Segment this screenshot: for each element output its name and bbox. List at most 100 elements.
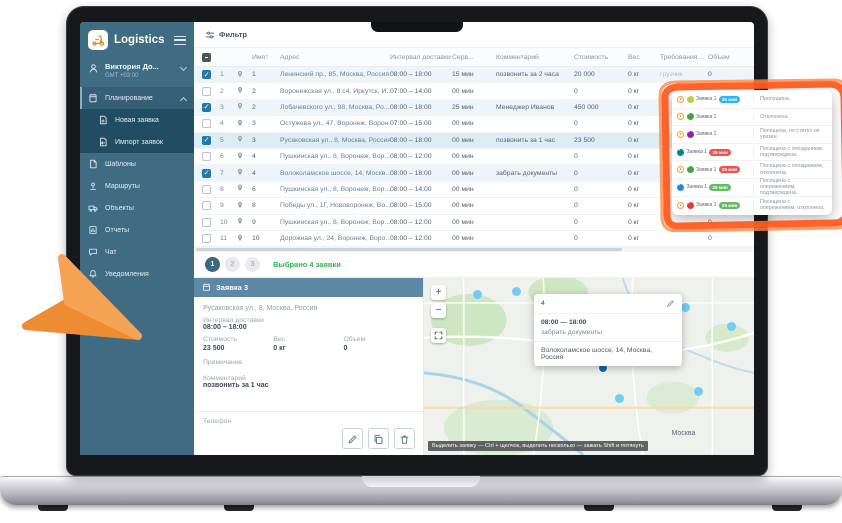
row-service: 00 мин bbox=[452, 88, 496, 95]
doc-plus-icon bbox=[98, 115, 108, 125]
user-timezone: GMT +03:00 bbox=[105, 73, 175, 79]
legend-item: Заявка 1 bbox=[677, 113, 753, 120]
col-requirements[interactable]: Требования… bbox=[660, 54, 708, 61]
sidebar-item-objects[interactable]: Объекты bbox=[80, 197, 194, 219]
scrollbar-thumb[interactable] bbox=[196, 248, 622, 251]
pin-icon bbox=[236, 70, 244, 78]
filter-button[interactable]: Фильтр bbox=[205, 30, 247, 40]
col-cost[interactable]: Стоимость bbox=[574, 54, 628, 61]
row-pin-cell bbox=[236, 152, 252, 162]
row-interval: 08:00 – 18:00 bbox=[390, 104, 452, 111]
map-marker[interactable] bbox=[473, 290, 482, 299]
sidebar-menu: ПланированиеНовая заявка Импорт заявок Шаб… bbox=[80, 87, 194, 285]
col-address[interactable]: Адрес bbox=[280, 54, 390, 61]
table-row[interactable]: 53Русаковская ул., 8, Москва, Россия08:0… bbox=[194, 133, 754, 149]
popup-edit-icon[interactable] bbox=[666, 299, 675, 308]
cost-value: 23 500 bbox=[203, 345, 273, 352]
row-comment: забрать документы bbox=[496, 170, 574, 177]
sidebar-item-routes[interactable]: Маршруты bbox=[80, 175, 194, 197]
row-checkbox[interactable] bbox=[202, 87, 211, 96]
col-name[interactable]: Имя bbox=[252, 54, 280, 61]
row-name: 8 bbox=[252, 202, 280, 209]
time-badge: 25 мин bbox=[719, 166, 740, 173]
delete-button[interactable] bbox=[394, 428, 415, 449]
pin-icon bbox=[236, 119, 244, 127]
legend-status-text: Пропущена. bbox=[753, 96, 827, 102]
legend-item: Заявка 125 мин bbox=[677, 202, 753, 209]
sidebar-item-label: Отчеты bbox=[105, 227, 186, 234]
row-name: 10 bbox=[252, 235, 280, 242]
row-address: Остужева ул., 47, Воронеж, Ворон... bbox=[280, 120, 390, 127]
col-weight[interactable]: Вес bbox=[628, 54, 660, 61]
table-row[interactable]: 64Пушкинская ул., 8, Воронеж, Вор...08:0… bbox=[194, 149, 754, 165]
row-checkbox[interactable] bbox=[202, 103, 211, 112]
table-row[interactable]: 1110Дорожная ул., 24, Воронеж, Воро...08… bbox=[194, 231, 754, 247]
page-button-1[interactable]: 1 bbox=[205, 257, 220, 272]
row-checkbox[interactable] bbox=[202, 201, 211, 210]
sidebar-item-notifications[interactable]: Уведомления bbox=[80, 263, 194, 285]
table-row[interactable]: 43Остужева ул., 47, Воронеж, Ворон...07:… bbox=[194, 116, 754, 132]
interval-value: 08:00 – 18:00 bbox=[203, 324, 414, 331]
legend-order-label: Заявка 1 bbox=[687, 184, 707, 190]
row-weight: 0 кг bbox=[628, 137, 660, 144]
row-checkbox[interactable] bbox=[202, 70, 211, 79]
copy-button[interactable] bbox=[368, 428, 389, 449]
row-interval: 08:00 – 14:00 bbox=[390, 186, 452, 193]
fullscreen-button[interactable] bbox=[431, 328, 446, 343]
table-row[interactable]: 32Лобачевского ул., 98, Москва, Ро...08:… bbox=[194, 100, 754, 116]
row-interval: 08:00 – 12:00 bbox=[390, 235, 452, 242]
sidebar-item-new-order[interactable]: Новая заявка bbox=[80, 109, 194, 131]
row-checkbox[interactable] bbox=[202, 136, 211, 145]
edit-button[interactable] bbox=[342, 428, 363, 449]
table-row[interactable]: 7 4Волоколамское шоссе, 14, Москв...08:00… bbox=[194, 165, 754, 181]
sidebar-item-planning[interactable]: Планирование bbox=[80, 87, 194, 109]
user-account[interactable]: Виктория До... GMT +03:00 bbox=[80, 57, 194, 87]
row-name: 4 bbox=[252, 170, 280, 177]
table-row[interactable]: 11Ленинский пр., 85, Москва, Россия08:00… bbox=[194, 67, 754, 83]
zoom-in-button[interactable]: + bbox=[431, 285, 446, 300]
table-row[interactable]: 22Воронежская ул., 8 с4, Иркутск, И...07… bbox=[194, 83, 754, 99]
row-interval: 08:00 – 18:00 bbox=[390, 170, 452, 177]
row-number: 7 bbox=[220, 170, 236, 177]
page-button-2[interactable]: 2 bbox=[225, 257, 240, 272]
row-checkbox[interactable] bbox=[202, 169, 211, 178]
sidebar-item-reports[interactable]: Отчеты bbox=[80, 219, 194, 241]
row-checkbox[interactable] bbox=[202, 185, 211, 194]
page-button-3[interactable]: 3 bbox=[245, 257, 260, 272]
zoom-out-button[interactable]: − bbox=[431, 303, 446, 318]
map-marker[interactable] bbox=[681, 303, 690, 312]
table-toolbar: Фильтр bbox=[194, 22, 754, 48]
table-row[interactable]: 98Победы ул., 1Г, Нововоронеж, Во...08:0… bbox=[194, 198, 754, 214]
sidebar-item-chat[interactable]: Чат bbox=[80, 241, 194, 263]
row-address: Волоколамское шоссе, 14, Москв... bbox=[280, 170, 390, 177]
user-name: Виктория До... bbox=[105, 62, 159, 71]
table-row[interactable]: 109Пушкинская ул., 8, Воронеж, Вор...08:… bbox=[194, 215, 754, 231]
map-panel[interactable]: + − 4 08:00 — 18:00 bbox=[424, 278, 754, 455]
row-checkbox[interactable] bbox=[202, 218, 211, 227]
row-interval: 08:00 – 12:00 bbox=[390, 153, 452, 160]
row-interval: 08:00 – 18:00 bbox=[390, 137, 452, 144]
app-logo[interactable]: Logistics bbox=[80, 22, 194, 57]
row-pin-cell bbox=[236, 234, 252, 244]
col-interval[interactable]: Интервал доставки bbox=[390, 54, 452, 61]
status-legend-popup: Заявка 125 минПропущена.Заявка 1Отклонен… bbox=[672, 90, 832, 215]
col-volume[interactable]: Объем bbox=[708, 54, 754, 61]
table-row[interactable]: 86Пушкинская ул., 8, Воронеж, Вор...08:0… bbox=[194, 182, 754, 198]
row-checkbox[interactable] bbox=[202, 234, 211, 243]
sidebar-item-import-orders[interactable]: Импорт заявок bbox=[80, 131, 194, 153]
row-weight: 0 кг bbox=[628, 170, 660, 177]
chevron-up-icon bbox=[180, 97, 187, 104]
status-pin-icon bbox=[687, 202, 694, 209]
row-comment: позвонить за 2 часа bbox=[496, 71, 574, 78]
sidebar-item-label: Импорт заявок bbox=[115, 139, 186, 146]
select-all-checkbox[interactable] bbox=[202, 53, 211, 62]
sidebar-item-templates[interactable]: Шаблоны bbox=[80, 153, 194, 175]
selection-summary: Выбрано 4 заявки bbox=[273, 260, 341, 269]
row-checkbox[interactable] bbox=[202, 119, 211, 128]
map-marker[interactable] bbox=[727, 322, 736, 331]
col-service[interactable]: Серв... bbox=[452, 54, 496, 61]
hamburger-menu-icon[interactable] bbox=[174, 36, 186, 45]
horizontal-scrollbar[interactable] bbox=[194, 247, 754, 252]
row-checkbox[interactable] bbox=[202, 152, 211, 161]
col-comment[interactable]: Комментарий bbox=[496, 54, 574, 61]
